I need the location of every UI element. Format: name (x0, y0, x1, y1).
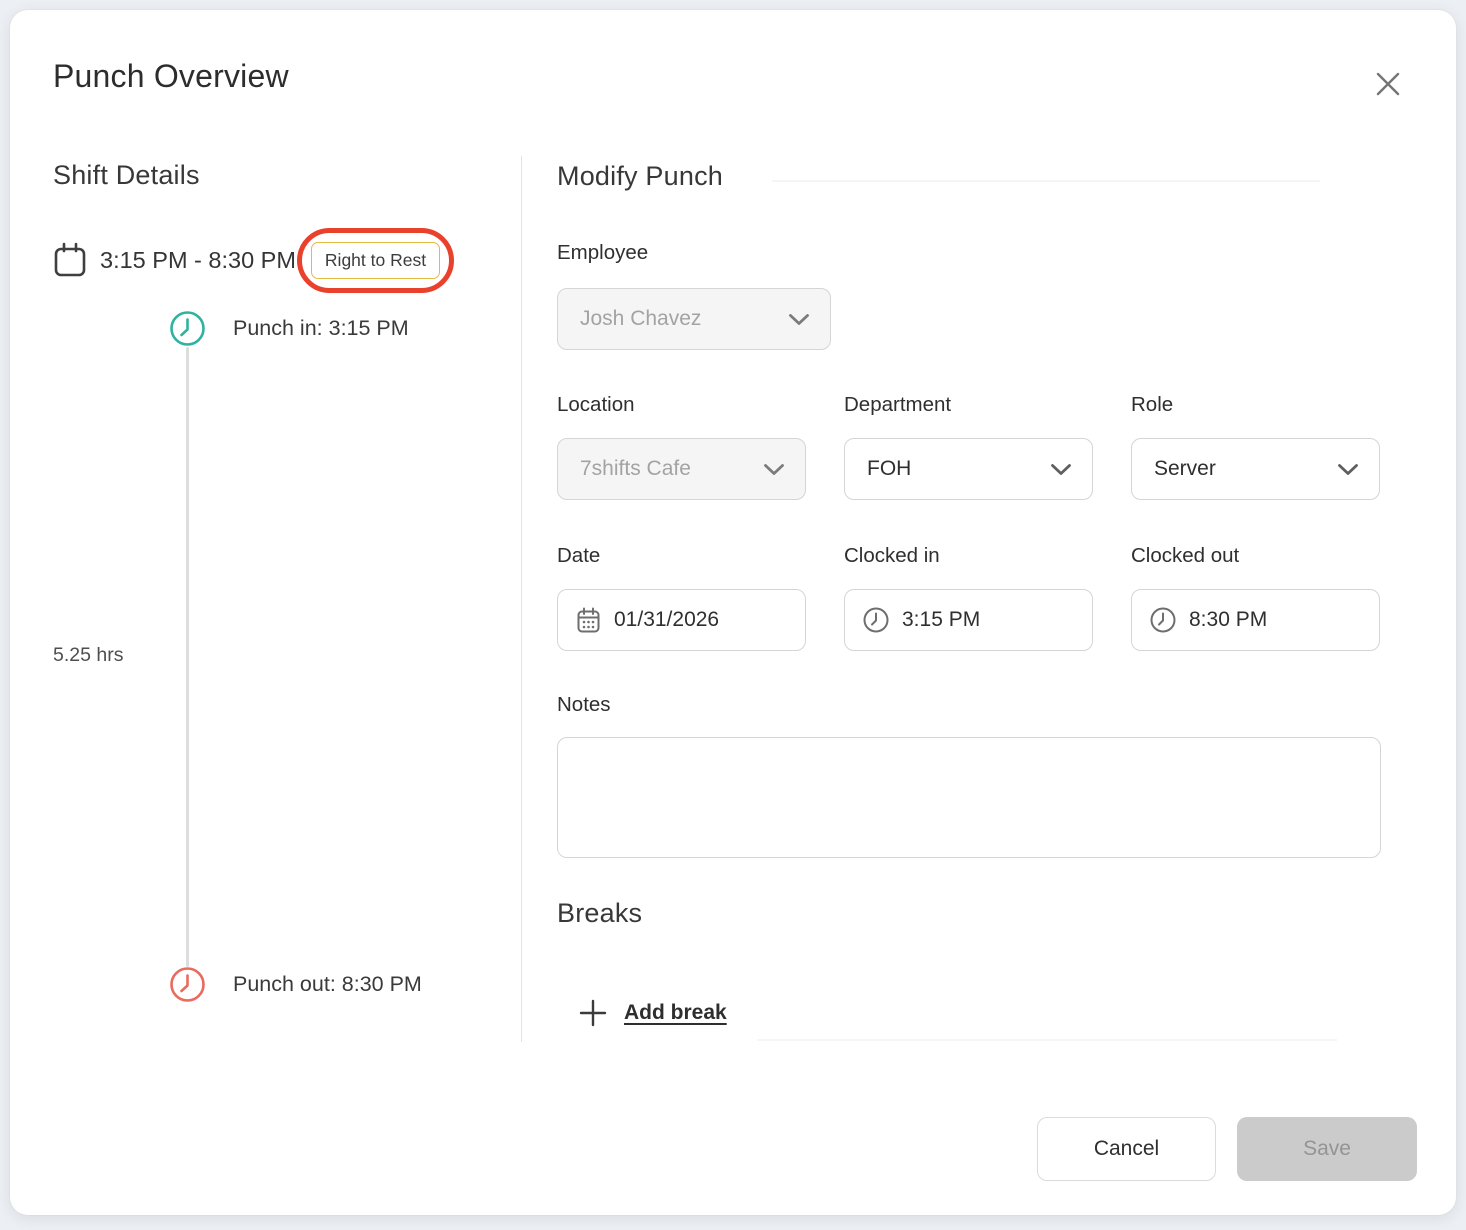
modify-punch-heading: Modify Punch (557, 161, 723, 192)
save-button[interactable]: Save (1237, 1117, 1417, 1181)
faint-divider (757, 1039, 1337, 1041)
plus-icon (578, 998, 608, 1028)
notes-label: Notes (557, 693, 611, 717)
section-divider (521, 156, 522, 1042)
clocked-out-input[interactable]: 8:30 PM (1131, 589, 1380, 651)
date-label: Date (557, 544, 600, 568)
close-button[interactable] (1366, 62, 1410, 106)
department-select-value: FOH (867, 457, 911, 481)
breaks-heading: Breaks (557, 898, 642, 929)
clocked-in-input-value: 3:15 PM (902, 608, 980, 632)
employee-select: Josh Chavez (557, 288, 831, 350)
modal-title: Punch Overview (53, 58, 289, 95)
department-select[interactable]: FOH (844, 438, 1093, 500)
shift-time-range: 3:15 PM - 8:30 PM (100, 247, 296, 274)
role-select[interactable]: Server (1131, 438, 1380, 500)
shift-duration: 5.25 hrs (53, 644, 123, 667)
add-break-button[interactable]: Add break (578, 993, 727, 1033)
calendar-date-icon (576, 607, 601, 634)
notes-textarea[interactable] (557, 737, 1381, 858)
punch-overview-modal: Punch Overview Shift Details 3:15 PM - 8… (10, 10, 1456, 1215)
punch-out-label: Punch out: 8:30 PM (233, 972, 422, 997)
location-select: 7shifts Cafe (557, 438, 806, 500)
shift-details-heading: Shift Details (53, 160, 200, 191)
date-input[interactable]: 01/31/2026 (557, 589, 806, 651)
faint-divider (772, 180, 1320, 182)
clocked-out-label: Clocked out (1131, 544, 1239, 568)
role-label: Role (1131, 393, 1173, 417)
clock-icon (1150, 607, 1176, 633)
clock-icon (863, 607, 889, 633)
calendar-icon (53, 242, 87, 278)
location-label: Location (557, 393, 635, 417)
chevron-down-icon (788, 313, 810, 326)
punch-out-row: Punch out: 8:30 PM (169, 966, 422, 1003)
employee-select-value: Josh Chavez (580, 307, 701, 331)
punch-in-clock-icon (169, 310, 206, 347)
punch-in-row: Punch in: 3:15 PM (169, 310, 409, 347)
punch-out-clock-icon (169, 966, 206, 1003)
timeline-line (186, 347, 189, 967)
clocked-in-label: Clocked in (844, 544, 940, 568)
clocked-in-input[interactable]: 3:15 PM (844, 589, 1093, 651)
annotation-highlight-oval: Right to Rest (297, 228, 454, 293)
clocked-out-input-value: 8:30 PM (1189, 608, 1267, 632)
right-to-rest-badge: Right to Rest (311, 242, 440, 279)
add-break-label: Add break (624, 1001, 727, 1025)
cancel-button[interactable]: Cancel (1037, 1117, 1216, 1181)
punch-in-label: Punch in: 3:15 PM (233, 316, 409, 341)
close-icon (1373, 69, 1403, 99)
shift-time-row: 3:15 PM - 8:30 PM Right to Rest (53, 218, 454, 302)
chevron-down-icon (1050, 463, 1072, 476)
location-select-value: 7shifts Cafe (580, 457, 691, 481)
chevron-down-icon (1337, 463, 1359, 476)
date-input-value: 01/31/2026 (614, 608, 719, 632)
department-label: Department (844, 393, 951, 417)
chevron-down-icon (763, 463, 785, 476)
employee-label: Employee (557, 241, 648, 265)
role-select-value: Server (1154, 457, 1216, 481)
